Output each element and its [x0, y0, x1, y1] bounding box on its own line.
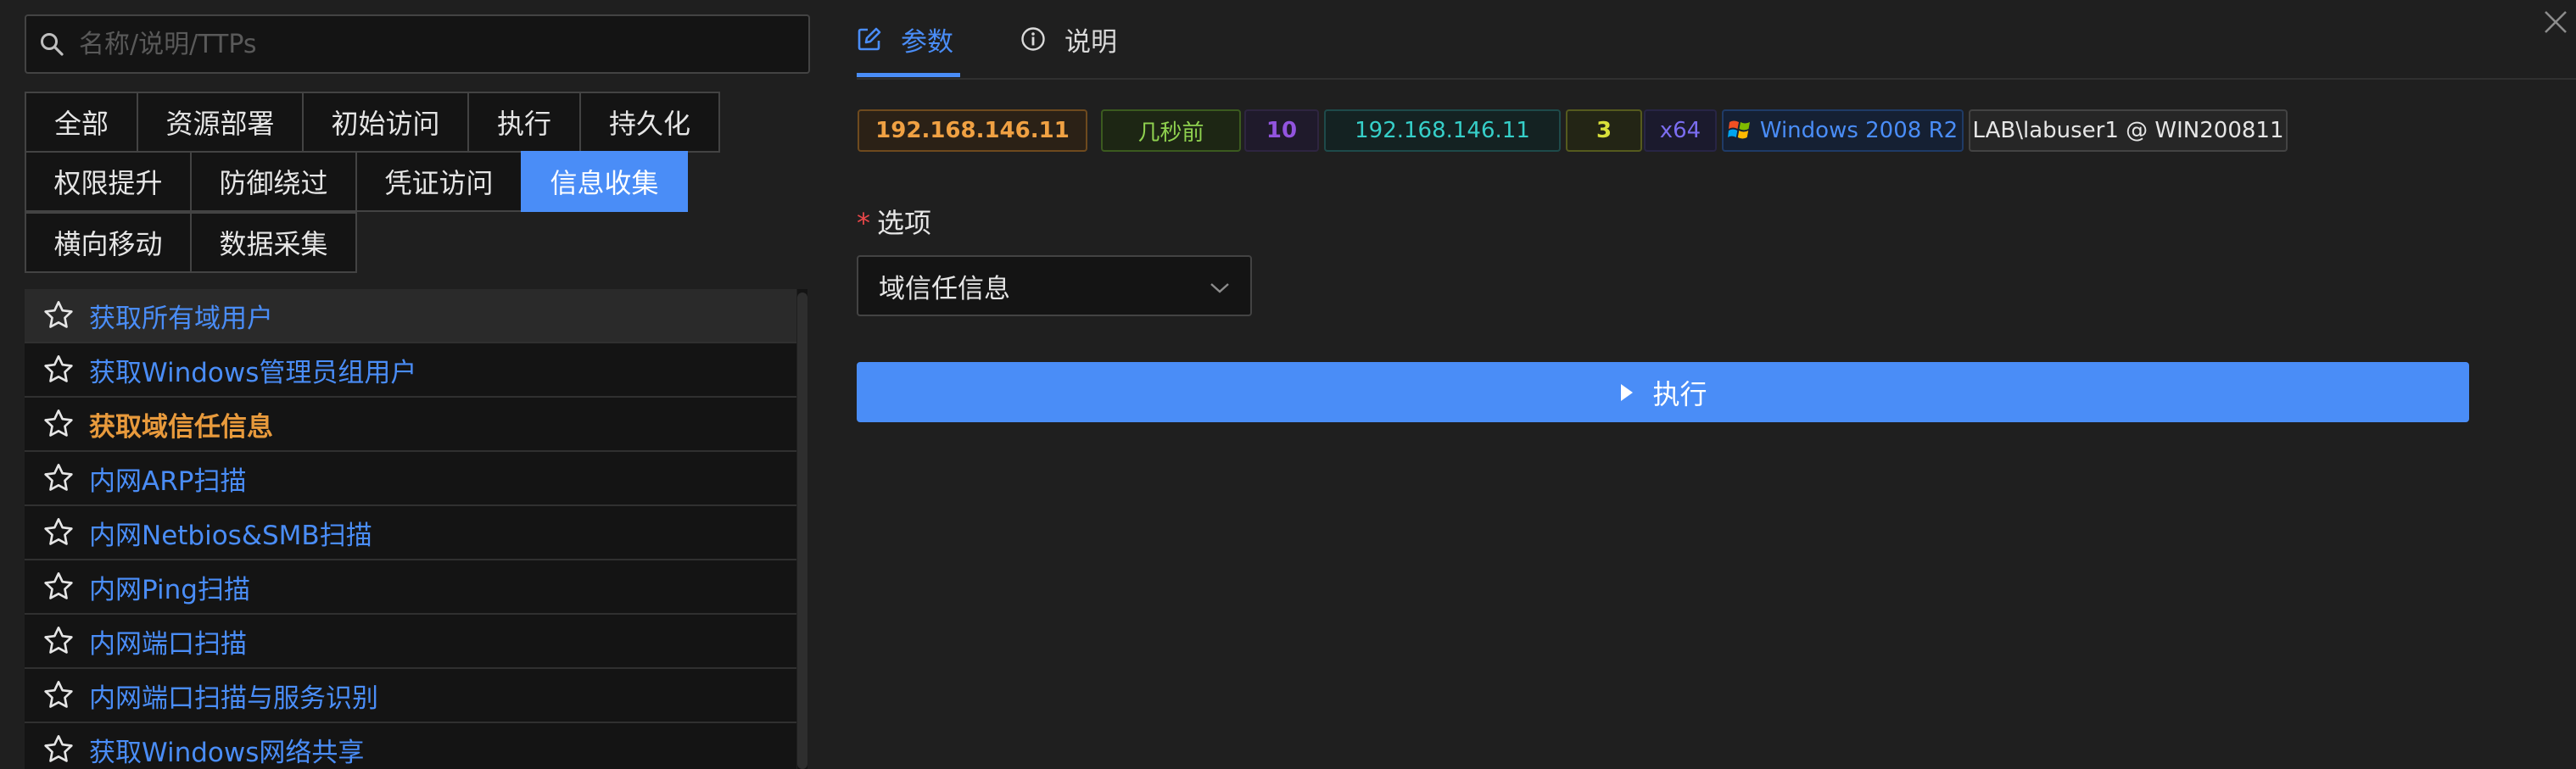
- star-icon[interactable]: [40, 514, 77, 551]
- close-icon[interactable]: [2540, 7, 2571, 37]
- star-icon[interactable]: [40, 297, 77, 334]
- left-panel: 全部 资源部署 初始访问 执行 持久化 权限提升 防御绕过 凭证访问 信息收集 …: [0, 0, 813, 769]
- technique-item[interactable]: 获取域信任信息: [25, 398, 796, 452]
- technique-list-scrollbar[interactable]: [797, 289, 807, 769]
- technique-item[interactable]: 获取所有域用户: [25, 289, 796, 343]
- option-label: * 选项: [857, 202, 931, 241]
- tactic-tab-collection[interactable]: 数据采集: [190, 212, 357, 273]
- option-select-value: 域信任信息: [879, 273, 1010, 304]
- run-button-label: 执行: [1652, 377, 1707, 410]
- tab-docs[interactable]: 说明: [1020, 0, 1117, 78]
- chip-arch: x64: [1644, 109, 1717, 152]
- detail-tabs: 参数 说明: [857, 0, 2576, 80]
- tab-docs-label: 说明: [1064, 26, 1117, 58]
- scrollbar-thumb[interactable]: [797, 293, 807, 769]
- tactic-tab-all[interactable]: 全部: [25, 92, 138, 153]
- tab-params[interactable]: 参数: [857, 0, 953, 78]
- tactic-tab-resource-development[interactable]: 资源部署: [137, 92, 304, 153]
- search-icon: [26, 16, 77, 72]
- technique-item[interactable]: 内网端口扫描: [25, 615, 796, 669]
- tactic-tab-row-3: 横向移动 数据采集: [25, 212, 357, 273]
- search-input[interactable]: [77, 18, 808, 70]
- chevron-down-icon: [1208, 276, 1232, 306]
- run-button[interactable]: 执行: [857, 362, 2469, 422]
- info-icon: [1020, 26, 1046, 52]
- star-icon[interactable]: [40, 405, 77, 443]
- technique-item[interactable]: 内网端口扫描与服务识别: [25, 669, 796, 723]
- tactic-tab-persistence[interactable]: 持久化: [579, 92, 720, 153]
- chip-ip: 192.168.146.11: [858, 109, 1087, 152]
- option-select[interactable]: 域信任信息: [857, 255, 1252, 316]
- edit-icon: [857, 26, 882, 52]
- chip-user-host: LAB\labuser1 @ WIN200811: [1969, 109, 2288, 152]
- star-icon[interactable]: [40, 351, 77, 388]
- technique-label: 获取域信任信息: [89, 411, 273, 443]
- technique-label: 内网ARP扫描: [89, 465, 247, 497]
- technique-item[interactable]: 内网ARP扫描: [25, 452, 796, 506]
- technique-item[interactable]: 内网Ping扫描: [25, 560, 796, 615]
- chip-os: Windows 2008 R2: [1722, 109, 1964, 152]
- technique-label: 内网Ping扫描: [89, 574, 250, 605]
- tactic-tab-discovery[interactable]: 信息收集: [521, 151, 688, 212]
- chip-last-seen: 几秒前: [1101, 109, 1241, 152]
- tactic-tab-credential-access[interactable]: 凭证访问: [355, 151, 522, 212]
- technique-list: 获取所有域用户获取Windows管理员组用户 获取域信任信息 内网ARP扫描内网Ne…: [25, 289, 796, 769]
- star-icon[interactable]: [40, 677, 77, 714]
- play-icon: [1618, 382, 1635, 403]
- search-box[interactable]: [25, 14, 810, 74]
- tactic-tab-initial-access[interactable]: 初始访问: [302, 92, 469, 153]
- technique-label: 内网端口扫描与服务识别: [89, 683, 378, 714]
- star-icon[interactable]: [40, 460, 77, 497]
- technique-label: 获取Windows管理员组用户: [89, 357, 417, 388]
- chip-arch-id: 3: [1566, 109, 1642, 152]
- chip-pid: 10: [1244, 109, 1319, 152]
- option-label-text: 选项: [877, 207, 932, 239]
- technique-item[interactable]: 获取Windows管理员组用户: [25, 343, 796, 398]
- tactic-tab-execution[interactable]: 执行: [467, 92, 581, 153]
- tab-params-label: 参数: [901, 26, 953, 58]
- technique-label: 内网端口扫描: [89, 628, 247, 660]
- technique-label: 内网Netbios&SMB扫描: [89, 520, 372, 551]
- star-icon[interactable]: [40, 731, 77, 768]
- technique-label: 获取Windows网络共享: [89, 737, 365, 768]
- star-icon[interactable]: [40, 568, 77, 605]
- chip-internal-ip: 192.168.146.11: [1324, 109, 1561, 152]
- tactic-tab-row-1: 全部 资源部署 初始访问 执行 持久化: [25, 92, 720, 153]
- required-mark: *: [857, 207, 870, 239]
- technique-item[interactable]: 内网Netbios&SMB扫描: [25, 506, 796, 560]
- tactic-tab-row-2: 权限提升 防御绕过 凭证访问 信息收集: [25, 151, 688, 212]
- star-icon[interactable]: [40, 622, 77, 660]
- technique-label: 获取所有域用户: [89, 303, 273, 334]
- technique-item[interactable]: 获取Windows网络共享: [25, 723, 796, 769]
- chip-os-label: Windows 2008 R2: [1759, 118, 1959, 143]
- windows-logo-icon: [1727, 119, 1752, 142]
- tactic-tab-lateral-movement[interactable]: 横向移动: [25, 212, 192, 273]
- active-tab-indicator: [857, 73, 960, 77]
- tactic-tab-defense-evasion[interactable]: 防御绕过: [190, 151, 357, 212]
- tactic-tab-privilege-escalation[interactable]: 权限提升: [25, 151, 192, 212]
